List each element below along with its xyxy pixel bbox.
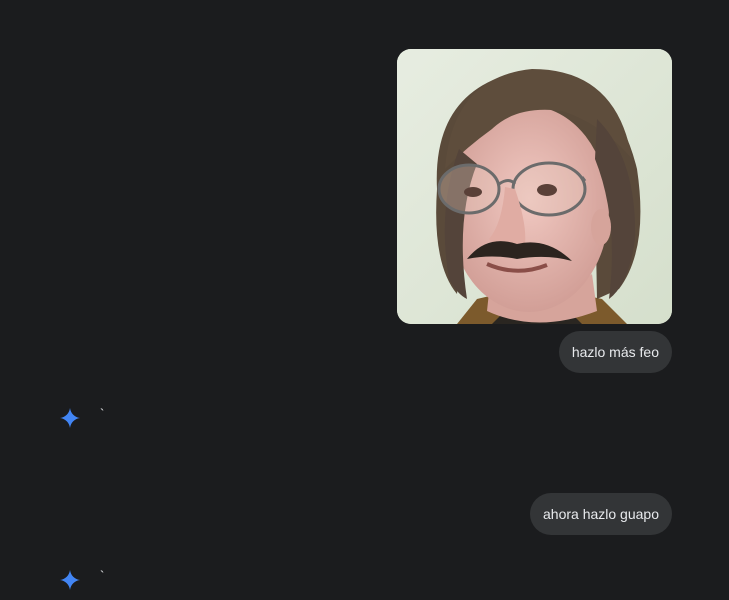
assistant-message-text: `: [100, 405, 105, 421]
assistant-message-text: `: [100, 567, 105, 583]
gemini-spark-icon: [60, 408, 80, 428]
user-message-bubble: hazlo más feo: [558, 331, 672, 373]
chat-conversation: hazlo más feo ` ahora hazlo guapo `: [0, 0, 729, 600]
assistant-response: `: [60, 405, 105, 429]
user-message-bubble: ahora hazlo guapo: [530, 493, 672, 535]
user-message-text: hazlo más feo: [571, 344, 659, 360]
gemini-spark-icon: [60, 570, 80, 590]
user-message-text: ahora hazlo guapo: [543, 506, 659, 522]
user-uploaded-photo[interactable]: [397, 49, 672, 324]
assistant-response: `: [60, 567, 105, 591]
portrait-illustration: [397, 49, 672, 324]
